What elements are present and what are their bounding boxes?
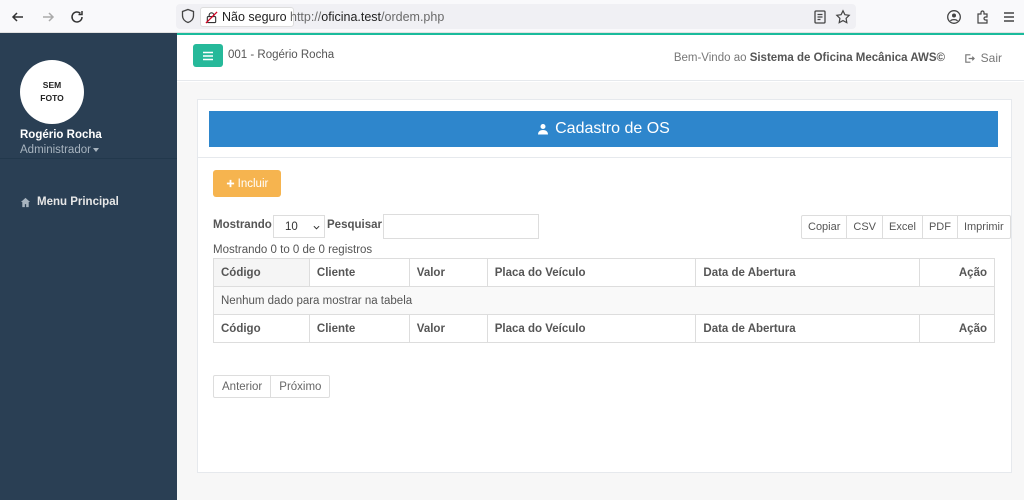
security-indicator[interactable]: Não seguro: [200, 7, 294, 27]
table-info: Mostrando 0 to 0 de 0 registros: [213, 244, 373, 256]
security-label: Não seguro: [222, 10, 287, 24]
empty-table-message: Nenhum dado para mostrar na tabela: [213, 286, 995, 315]
bookmark-star-icon[interactable]: [834, 8, 852, 26]
browser-toolbar: Não seguro http://oficina.test/ordem.php: [0, 0, 1024, 33]
previous-page-button[interactable]: Anterior: [214, 376, 272, 397]
column-footer-acao: Ação: [919, 314, 995, 343]
profile-name: Rogério Rocha: [20, 129, 102, 141]
welcome-text: Bem-Vindo ao Sistema de Oficina Mecânica…: [673, 52, 945, 64]
header-user-label: 001 - Rogério Rocha: [228, 49, 335, 61]
home-icon: [20, 197, 31, 207]
sign-out-icon: [964, 53, 975, 63]
pdf-button[interactable]: PDF: [923, 216, 958, 238]
logout-link[interactable]: Sair: [964, 51, 1002, 65]
sidebar-item-menu-principal[interactable]: Menu Principal: [20, 196, 119, 208]
print-button[interactable]: Imprimir: [958, 216, 1010, 238]
column-footer-placa: Placa do Veículo: [486, 314, 697, 343]
app-menu-icon[interactable]: [1000, 8, 1018, 26]
user-icon: [538, 124, 549, 135]
page-length-select[interactable]: 10: [273, 215, 325, 238]
insecure-lock-icon: [205, 10, 218, 24]
sidebar: SEM FOTO Rogério Rocha Administrador Menu…: [0, 33, 177, 500]
extensions-icon[interactable]: [974, 8, 992, 26]
copy-button[interactable]: Copiar: [802, 216, 848, 238]
column-header-data-abertura[interactable]: Data de Abertura: [695, 258, 921, 287]
table-header-row: Código Cliente Valor Placa do Veículo Da…: [213, 258, 995, 287]
next-page-button[interactable]: Próximo: [271, 376, 329, 397]
column-header-placa[interactable]: Placa do Veículo: [486, 258, 697, 287]
avatar: SEM FOTO: [20, 60, 84, 124]
search-label: Pesquisar:: [327, 219, 386, 231]
include-button[interactable]: Incluir: [213, 170, 281, 197]
reader-view-icon[interactable]: [811, 8, 829, 26]
search-input[interactable]: [383, 214, 539, 239]
export-buttons: Copiar CSV Excel PDF Imprimir: [801, 215, 1011, 239]
hamburger-icon: [203, 51, 213, 60]
caret-down-icon: [92, 147, 99, 152]
pagination: Anterior Próximo: [213, 375, 331, 398]
column-header-codigo[interactable]: Código: [213, 258, 310, 287]
shield-icon[interactable]: [180, 8, 196, 24]
length-label: Mostrando: [213, 219, 272, 231]
column-header-cliente[interactable]: Cliente: [308, 258, 410, 287]
account-icon[interactable]: [945, 8, 963, 26]
excel-button[interactable]: Excel: [883, 216, 923, 238]
url-text[interactable]: http://oficina.test/ordem.php: [290, 10, 444, 24]
table-row: Nenhum dado para mostrar na tabela: [213, 286, 995, 315]
plus-icon: [226, 179, 234, 188]
chevron-down-icon: [313, 225, 320, 230]
back-icon[interactable]: [9, 8, 27, 26]
column-header-valor[interactable]: Valor: [408, 258, 488, 287]
orders-table: Código Cliente Valor Placa do Veículo Da…: [213, 258, 995, 343]
column-footer-valor: Valor: [408, 314, 488, 343]
csv-button[interactable]: CSV: [847, 216, 884, 238]
profile-panel: SEM FOTO Rogério Rocha Administrador: [0, 33, 177, 158]
reload-icon[interactable]: [68, 8, 86, 26]
column-footer-codigo: Código: [213, 314, 310, 343]
panel-title: Cadastro de OS: [209, 111, 998, 147]
column-header-acao[interactable]: Ação: [919, 258, 995, 287]
forward-icon[interactable]: [39, 8, 57, 26]
profile-role-dropdown[interactable]: Administrador: [20, 144, 99, 156]
top-header: 001 - Rogério Rocha Bem-Vindo ao Sistema…: [177, 35, 1024, 81]
menu-toggle-button[interactable]: [193, 44, 223, 67]
column-footer-data-abertura: Data de Abertura: [695, 314, 921, 343]
table-footer-row: Código Cliente Valor Placa do Veículo Da…: [213, 314, 995, 343]
sidebar-divider: [0, 158, 177, 159]
column-footer-cliente: Cliente: [308, 314, 410, 343]
panel-divider: [197, 157, 1012, 158]
